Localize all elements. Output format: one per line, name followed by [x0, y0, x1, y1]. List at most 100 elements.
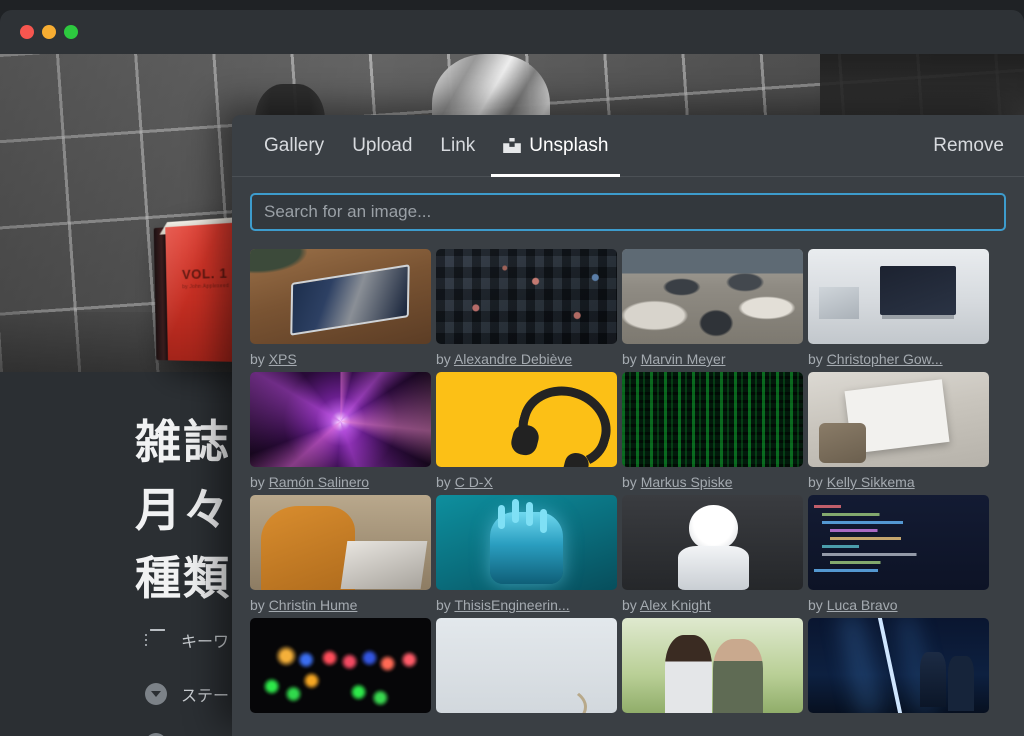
chevron-down-glyph [151, 691, 161, 697]
image-credit: by Christopher Gow... [808, 351, 989, 367]
image-credit: by Alex Knight [622, 597, 803, 613]
tab-link-label: Link [440, 134, 476, 156]
maximize-button[interactable] [64, 25, 78, 39]
image-credit: by Kelly Sikkema [808, 474, 989, 490]
book-title: VOL. 1 [181, 265, 228, 283]
image-thumbnail[interactable] [808, 618, 989, 713]
tab-upload[interactable]: Upload [338, 115, 426, 176]
image-thumbnail[interactable] [622, 495, 803, 590]
image-credit: by XPS [250, 351, 431, 367]
tab-gallery-label: Gallery [264, 134, 325, 156]
minimize-button[interactable] [42, 25, 56, 39]
image-cell: by C D-X [436, 372, 617, 490]
credit-author-link[interactable]: Ramón Salinero [269, 474, 369, 490]
credit-prefix: by [250, 597, 265, 613]
close-button[interactable] [20, 25, 34, 39]
credit-author-link[interactable]: ThisisEngineerin... [454, 597, 569, 613]
image-cell: by Kelly Sikkema [808, 372, 989, 490]
image-cell: by XPS [250, 249, 431, 367]
image-cell [436, 618, 617, 713]
image-thumbnail[interactable] [808, 372, 989, 467]
image-cell [808, 618, 989, 713]
page-headline: 雑誌 月々 種類 [135, 416, 231, 604]
credit-author-link[interactable]: Luca Bravo [827, 597, 898, 613]
image-picker-modal: Gallery Upload Link Unsplash Remove Sear… [232, 115, 1024, 736]
credit-author-link[interactable]: Markus Spiske [641, 474, 733, 490]
meta-row-priority[interactable]: 重要度 [145, 732, 229, 736]
tab-link[interactable]: Link [426, 115, 489, 176]
credit-prefix: by [622, 474, 637, 490]
chevron-down-circle-icon [145, 683, 167, 705]
book-subtitle: by John Appleseed [182, 282, 230, 291]
credit-prefix: by [436, 597, 451, 613]
modal-header: Gallery Upload Link Unsplash Remove [232, 115, 1024, 177]
tab-upload-label: Upload [352, 134, 413, 156]
image-thumbnail[interactable] [808, 495, 989, 590]
credit-author-link[interactable]: Marvin Meyer [641, 351, 726, 367]
traffic-light-group [20, 25, 78, 39]
image-cell: by Ramón Salinero [250, 372, 431, 490]
image-thumbnail[interactable] [250, 618, 431, 713]
image-credit: by Christin Hume [250, 597, 431, 613]
modal-body: by XPS by Alexandre Debiève by Marvi [232, 177, 1024, 713]
unsplash-icon [503, 138, 522, 153]
image-thumbnail[interactable] [808, 249, 989, 344]
search-input[interactable] [250, 193, 1006, 231]
tab-unsplash-label: Unsplash [529, 134, 609, 156]
credit-author-link[interactable]: C D-X [455, 474, 493, 490]
remove-button[interactable]: Remove [931, 129, 1006, 163]
image-thumbnail[interactable] [250, 372, 431, 467]
image-cell: by Christopher Gow... [808, 249, 989, 367]
meta-label-status: ステー [181, 688, 230, 705]
tab-unsplash[interactable]: Unsplash [489, 115, 622, 177]
image-thumbnail[interactable] [622, 249, 803, 344]
image-cell: by ThisisEngineerin... [436, 495, 617, 613]
image-credit: by C D-X [436, 474, 617, 490]
image-thumbnail[interactable] [250, 249, 431, 344]
book-cover: VOL. 1 by John Appleseed [165, 222, 240, 362]
image-cell: by Luca Bravo [808, 495, 989, 613]
image-thumbnail[interactable] [250, 495, 431, 590]
image-credit: by Luca Bravo [808, 597, 989, 613]
credit-prefix: by [250, 351, 265, 367]
image-cell: by Alexandre Debiève [436, 249, 617, 367]
image-credit: by ThisisEngineerin... [436, 597, 617, 613]
credit-prefix: by [436, 351, 451, 367]
image-thumbnail[interactable] [436, 618, 617, 713]
credit-prefix: by [622, 597, 637, 613]
window-titlebar [0, 10, 1024, 54]
credit-author-link[interactable]: XPS [269, 351, 297, 367]
credit-author-link[interactable]: Alex Knight [640, 597, 711, 613]
credit-prefix: by [436, 474, 451, 490]
image-thumbnail[interactable] [436, 249, 617, 344]
image-cell: by Alex Knight [622, 495, 803, 613]
unsplash-image-grid: by XPS by Alexandre Debiève by Marvin Me… [250, 249, 1006, 713]
modal-tab-bar: Gallery Upload Link Unsplash [250, 115, 622, 177]
credit-author-link[interactable]: Alexandre Debiève [454, 351, 572, 367]
credit-prefix: by [622, 351, 637, 367]
credit-prefix: by [808, 474, 823, 490]
image-thumbnail[interactable] [622, 618, 803, 713]
image-credit: by Marvin Meyer [622, 351, 803, 367]
meta-label-priority: 重要度 [181, 732, 229, 736]
image-thumbnail[interactable] [622, 372, 803, 467]
image-cell: by Christin Hume [250, 495, 431, 613]
image-thumbnail[interactable] [436, 495, 617, 590]
tab-gallery[interactable]: Gallery [250, 115, 338, 176]
meta-row-status[interactable]: ステー [145, 682, 229, 706]
image-credit: by Alexandre Debiève [436, 351, 617, 367]
image-thumbnail[interactable] [436, 372, 617, 467]
meta-row-keyword[interactable]: キーワ [145, 628, 229, 652]
image-cell: by Marvin Meyer [622, 249, 803, 367]
credit-prefix: by [250, 474, 265, 490]
image-credit: by Markus Spiske [622, 474, 803, 490]
book-mockup: VOL. 1 by John Appleseed [153, 217, 240, 362]
screen: VOL. 1 by John Appleseed 雑誌 月々 種類 キーワ ステ… [0, 0, 1024, 736]
credit-prefix: by [808, 351, 823, 367]
credit-prefix: by [808, 597, 823, 613]
image-credit: by Ramón Salinero [250, 474, 431, 490]
credit-author-link[interactable]: Christopher Gow... [827, 351, 943, 367]
credit-author-link[interactable]: Christin Hume [269, 597, 358, 613]
image-cell: by Markus Spiske [622, 372, 803, 490]
credit-author-link[interactable]: Kelly Sikkema [827, 474, 915, 490]
